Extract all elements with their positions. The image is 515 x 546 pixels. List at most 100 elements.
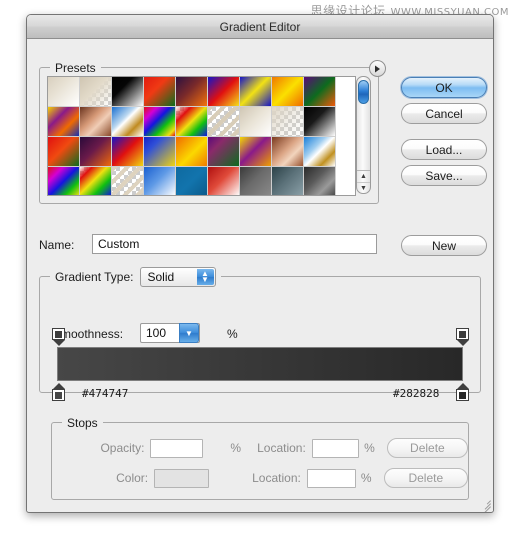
cancel-button[interactable]: Cancel [401,103,487,124]
preset-swatch[interactable] [240,77,272,107]
resize-grip-icon[interactable] [478,496,491,512]
opacity-input[interactable] [150,438,204,458]
gradient-editor-dialog: Gradient Editor Presets ▲ ▼ OK Cancel Lo… [26,14,494,513]
opacity-location-label: Location: [257,441,306,455]
scroll-up-arrow-icon[interactable]: ▲ [357,171,370,182]
preset-swatch[interactable] [208,167,240,195]
opacity-stop-left-pointer-icon [52,340,65,346]
preset-swatch[interactable] [48,137,80,167]
gradient-name-input[interactable]: Custom [92,234,377,254]
preset-swatch[interactable] [176,137,208,167]
color-location-input[interactable] [306,468,356,488]
preset-swatch[interactable] [80,137,112,167]
preset-swatch[interactable] [240,107,272,137]
preset-swatch[interactable] [80,77,112,107]
presets-group: Presets ▲ ▼ [39,61,379,204]
color-location-label: Location: [252,471,301,485]
color-delete-button[interactable]: Delete [383,468,468,488]
preset-swatch[interactable] [176,167,208,195]
gradient-editor-screen: 思缘设计论坛 WWW.MISSYUAN.COM Gradient Editor P… [0,0,515,546]
smoothness-input[interactable]: 100 ▼ [140,323,200,343]
smoothness-percent-label: % [227,327,238,341]
presets-scroll-thumb[interactable] [358,80,369,104]
dialog-title: Gradient Editor [219,19,301,34]
preset-swatch[interactable] [144,77,176,107]
color-stop-right[interactable] [456,383,469,401]
preset-swatch[interactable] [240,167,272,195]
gradient-type-legend-wrap: Gradient Type: Solid ▲ ▼ [50,267,221,287]
preset-swatch[interactable] [48,77,80,107]
start-color-hex-label: #474747 [82,387,129,400]
preset-swatch[interactable] [80,167,112,195]
opacity-stop-left-swatch [52,328,65,340]
preset-swatch[interactable] [48,107,80,137]
gradient-type-value: Solid [147,270,175,284]
opacity-location-percent-label: % [364,441,375,455]
color-location-percent-label: % [360,471,372,485]
load-button[interactable]: Load... [401,139,487,160]
preset-swatch[interactable] [272,167,304,195]
preset-swatch[interactable] [272,107,304,137]
preset-swatch[interactable] [304,77,336,107]
preset-swatch[interactable] [112,167,144,195]
dialog-body: Presets ▲ ▼ OK Cancel Load... Save... Na… [27,39,493,512]
preset-swatch[interactable] [304,137,336,167]
ok-button[interactable]: OK [401,77,487,98]
name-label: Name: [39,238,75,252]
play-triangle-icon [375,65,380,72]
preset-swatch[interactable] [208,77,240,107]
smoothness-dropdown-arrow-icon[interactable]: ▼ [179,323,199,343]
opacity-delete-button[interactable]: Delete [386,438,468,458]
presets-scroll-track[interactable] [357,77,370,171]
preset-swatch[interactable] [176,77,208,107]
opacity-stop-right-swatch [456,328,469,340]
preset-swatch[interactable] [304,107,336,137]
opacity-label: Opacity: [100,441,145,455]
end-color-hex-label: #282828 [393,387,440,400]
preset-swatch[interactable] [240,137,272,167]
color-label: Color: [116,471,149,485]
preset-swatch[interactable] [144,137,176,167]
preset-swatch[interactable] [80,107,112,137]
color-stop-left[interactable] [52,383,65,401]
save-button[interactable]: Save... [401,165,487,186]
presets-swatch-grid[interactable] [47,76,356,196]
preset-swatch[interactable] [208,137,240,167]
stops-color-row: Color: Location: % Delete [52,468,468,488]
preset-swatch[interactable] [144,107,176,137]
stops-legend: Stops [62,416,103,430]
preset-swatch[interactable] [304,167,336,195]
stops-opacity-row: Opacity: % Location: % Delete [52,438,468,458]
preset-swatch[interactable] [272,77,304,107]
color-stop-left-swatch [52,389,65,401]
dialog-titlebar[interactable]: Gradient Editor [27,15,493,39]
gradient-type-label: Gradient Type: [55,270,134,284]
preset-swatch[interactable] [112,137,144,167]
opacity-stop-right[interactable] [456,328,469,346]
opacity-location-input[interactable] [311,438,360,458]
preset-swatch[interactable] [48,167,80,195]
new-button[interactable]: New [401,235,487,256]
presets-scroll-arrows[interactable]: ▲ ▼ [357,170,370,193]
opacity-percent-label: % [230,441,242,455]
scroll-down-arrow-icon[interactable]: ▼ [357,182,370,194]
stepper-down-icon: ▼ [201,275,209,284]
presets-options-menu-button[interactable] [369,60,386,77]
smoothness-value: 100 [146,326,167,340]
preset-swatch[interactable] [272,137,304,167]
stops-group: Stops Opacity: % Location: % Delete Colo… [51,416,469,500]
color-swatch-input[interactable] [154,468,210,488]
preset-swatch[interactable] [208,107,240,137]
color-stop-right-swatch [456,389,469,401]
gradient-type-stepper-icon[interactable]: ▲ ▼ [196,269,214,285]
presets-legend: Presets [50,61,101,75]
opacity-stop-left[interactable] [52,328,65,346]
preset-swatch[interactable] [112,107,144,137]
gradient-preview-bar[interactable] [57,347,463,381]
preset-swatch[interactable] [112,77,144,107]
presets-scrollbar[interactable]: ▲ ▼ [356,76,371,194]
opacity-stop-right-pointer-icon [456,340,469,346]
gradient-type-select[interactable]: Solid ▲ ▼ [139,267,216,287]
preset-swatch[interactable] [176,107,208,137]
preset-swatch[interactable] [144,167,176,195]
